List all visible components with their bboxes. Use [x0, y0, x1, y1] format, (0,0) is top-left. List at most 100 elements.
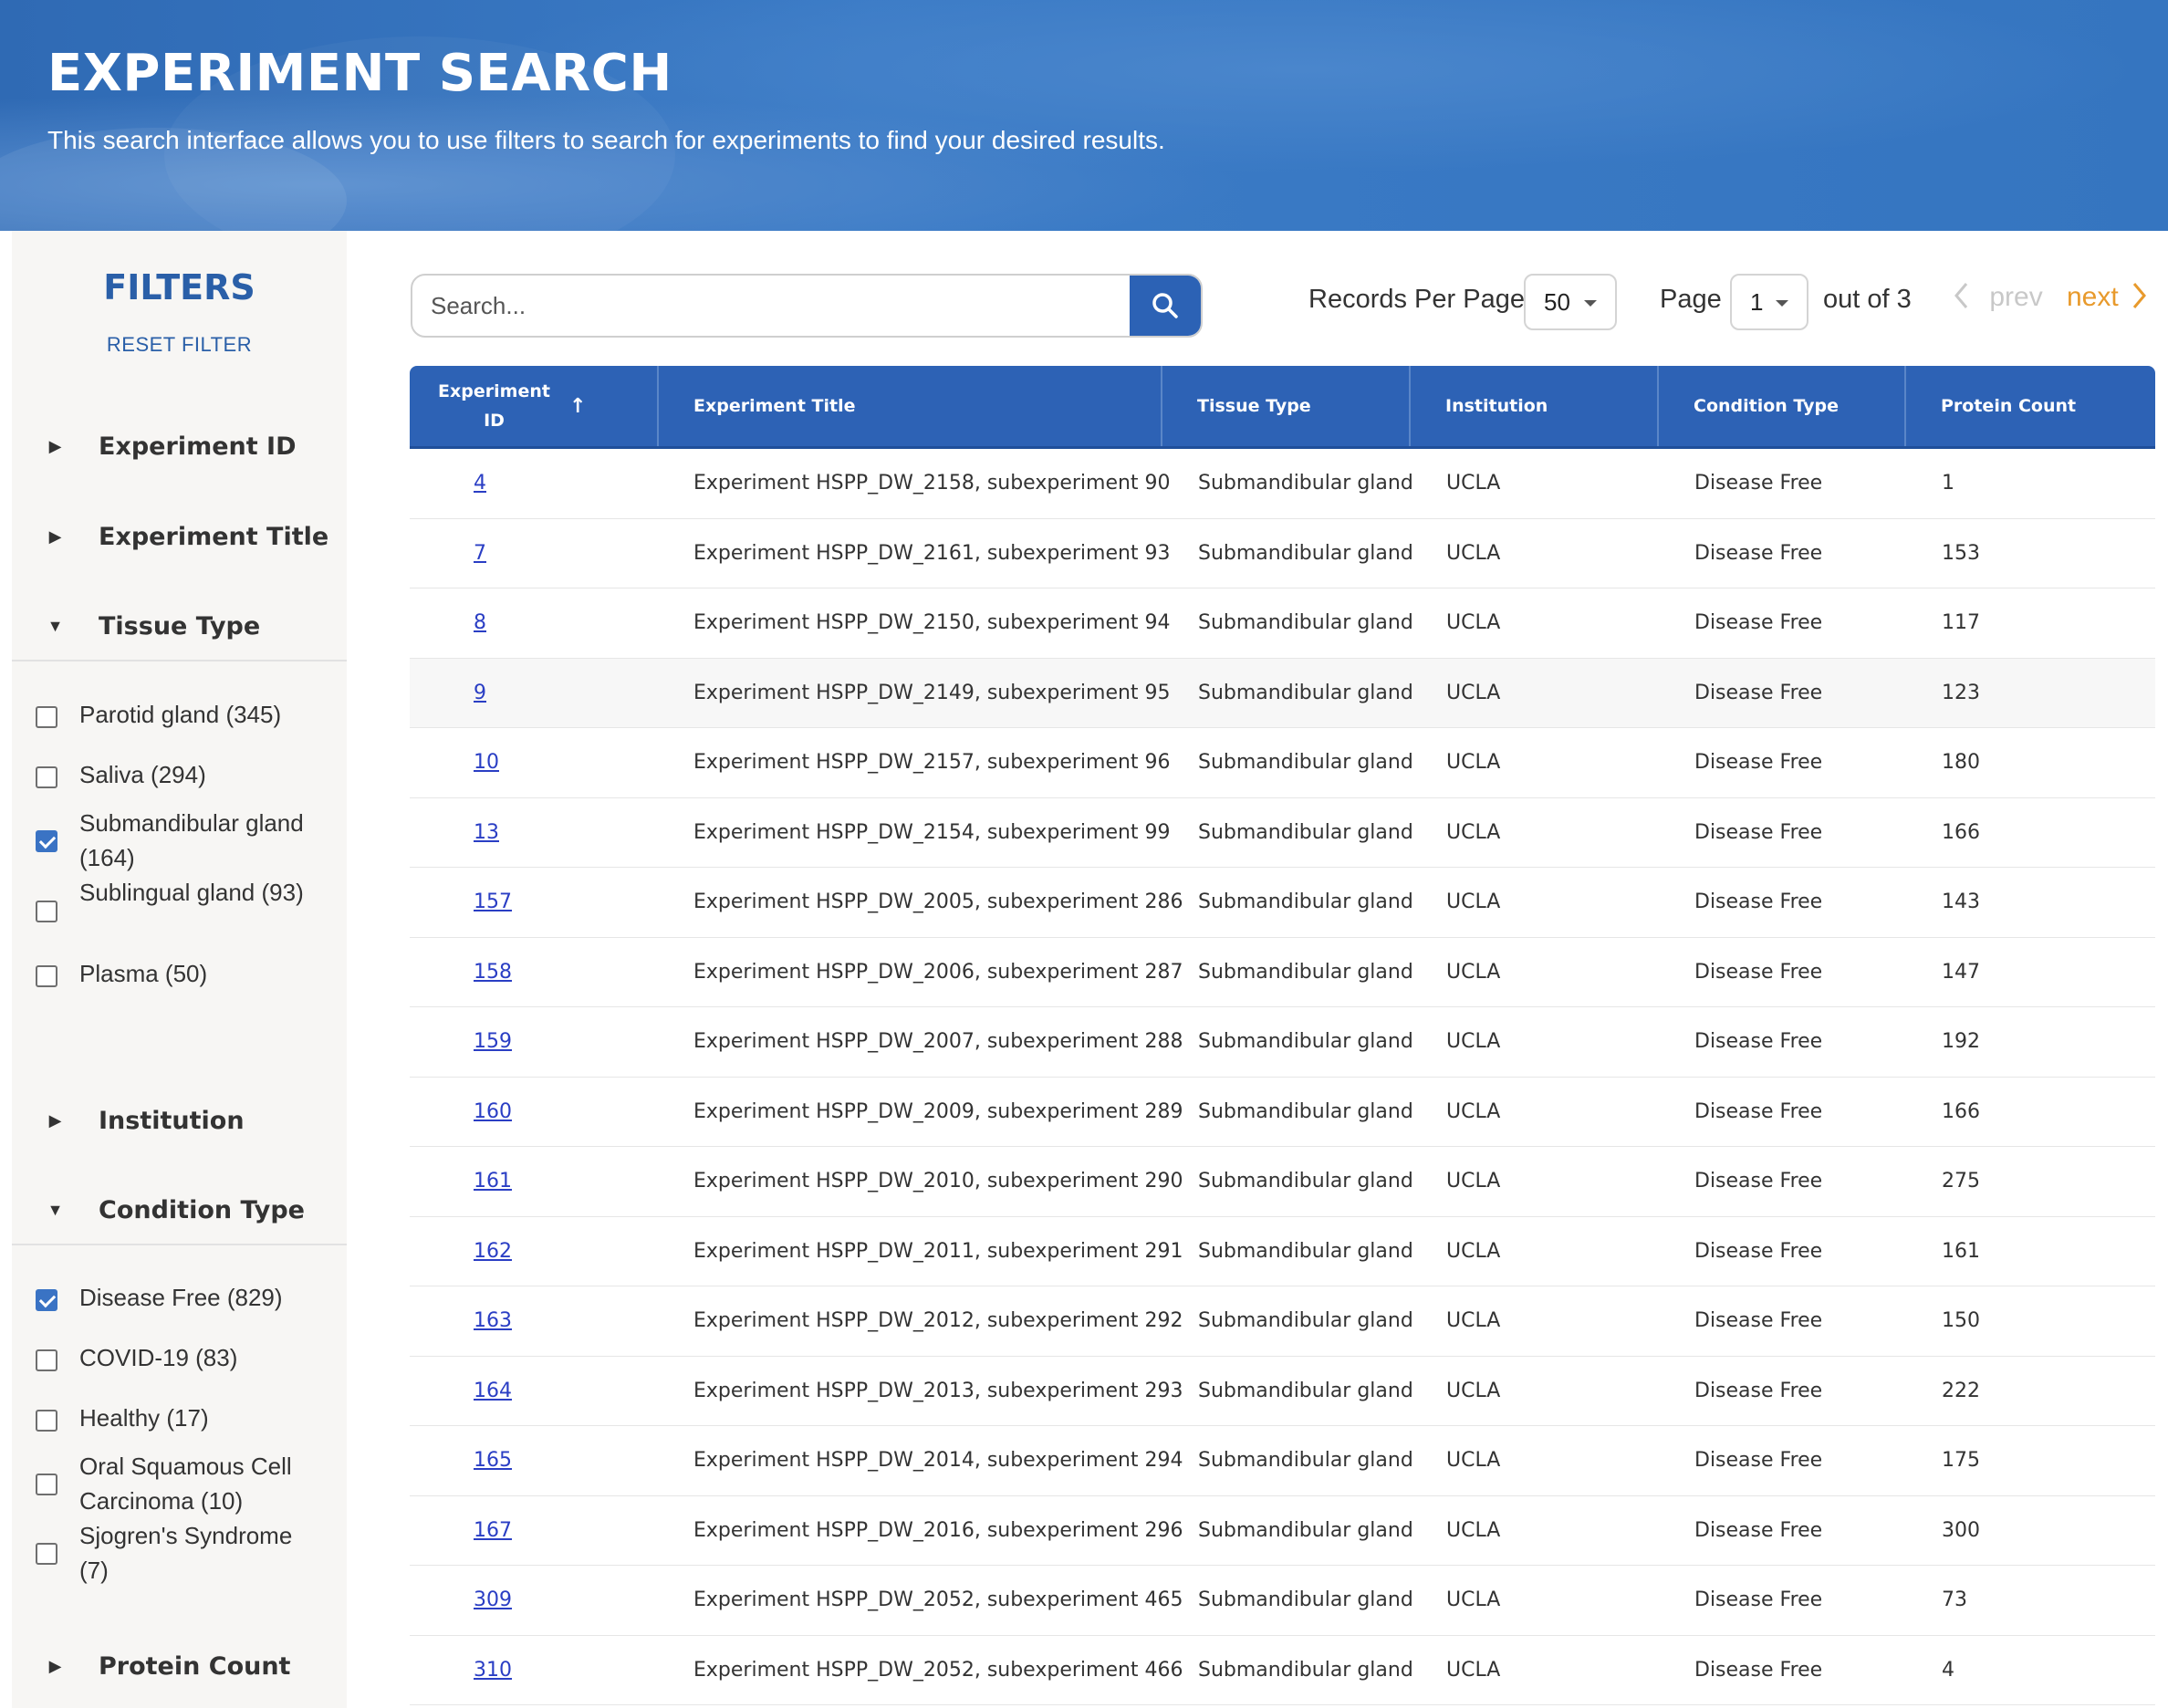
cell-tissue-type: Submandibular gland [1198, 751, 1413, 774]
table-row: 163 Experiment HSPP_DW_2012, subexperimen… [410, 1286, 2155, 1357]
column-header-experiment-id[interactable]: Experiment ID ↑ [410, 366, 659, 446]
reset-filter-link[interactable]: RESET FILTER [12, 333, 347, 357]
experiment-id-link[interactable]: 160 [474, 1100, 512, 1123]
cell-protein-count: 1 [1942, 472, 1954, 495]
filter-option-label: Sublingual gland (93) [79, 879, 304, 906]
filter-section-experiment-title[interactable]: ▶ Experiment Title [12, 503, 347, 570]
filter-option-label: Disease Free (829) [79, 1284, 283, 1311]
table-row: 161 Experiment HSPP_DW_2010, subexperimen… [410, 1147, 2155, 1217]
cell-protein-count: 300 [1942, 1518, 1980, 1542]
cell-tissue-type: Submandibular gland [1198, 960, 1413, 984]
experiment-id-link[interactable]: 162 [474, 1240, 512, 1263]
checkbox[interactable] [36, 1474, 57, 1495]
arrow-up-icon: ↑ [569, 394, 587, 418]
column-header-tissue-type[interactable]: Tissue Type [1162, 366, 1411, 446]
experiment-id-link[interactable]: 158 [474, 961, 512, 984]
table-row: 164 Experiment HSPP_DW_2013, subexperimen… [410, 1357, 2155, 1426]
experiment-id-link[interactable]: 310 [474, 1659, 512, 1682]
column-header-experiment-title[interactable]: Experiment Title [659, 366, 1162, 446]
experiments-table: Experiment ID ↑ Experiment Title Tissue … [410, 366, 2155, 1705]
checkbox[interactable] [36, 901, 57, 922]
filter-section-experiment-id[interactable]: ▶ Experiment ID [12, 412, 347, 480]
experiment-id-link[interactable]: 8 [474, 611, 486, 634]
cell-experiment-id: 7 [474, 519, 486, 588]
column-header-institution[interactable]: Institution [1411, 366, 1659, 446]
cell-protein-count: 117 [1942, 611, 1980, 634]
cell-experiment-id: 157 [474, 868, 512, 936]
experiment-id-link[interactable]: 7 [474, 542, 486, 565]
cell-tissue-type: Submandibular gland [1198, 1379, 1413, 1402]
experiment-id-link[interactable]: 4 [474, 472, 486, 495]
table-row: 167 Experiment HSPP_DW_2016, subexperimen… [410, 1496, 2155, 1566]
checkbox[interactable] [36, 766, 57, 788]
checkbox[interactable] [36, 706, 57, 728]
column-header-protein-count[interactable]: Protein Count [1906, 366, 2155, 446]
cell-institution: UCLA [1446, 1170, 1501, 1192]
experiment-id-link[interactable]: 159 [474, 1030, 512, 1053]
experiment-id-link[interactable]: 164 [474, 1380, 512, 1402]
filters-title: FILTERS [103, 267, 255, 307]
next-page-button[interactable]: next [2067, 281, 2148, 313]
cell-institution: UCLA [1446, 541, 1501, 565]
cell-protein-count: 222 [1942, 1379, 1980, 1402]
checkbox[interactable] [36, 1543, 57, 1565]
cell-institution: UCLA [1446, 611, 1501, 634]
filter-option-label: Oral Squamous Cell Carcinoma (10) [79, 1453, 292, 1515]
table-row: 165 Experiment HSPP_DW_2014, subexperimen… [410, 1426, 2155, 1496]
filter-section-label: Protein Count [99, 1651, 291, 1681]
search-bar [411, 274, 1203, 338]
table-row: 162 Experiment HSPP_DW_2011, subexperimen… [410, 1217, 2155, 1286]
cell-condition-type: Disease Free [1694, 960, 1823, 984]
column-header-condition-type[interactable]: Condition Type [1659, 366, 1906, 446]
cell-experiment-id: 163 [474, 1286, 512, 1355]
filter-section-label: Institution [99, 1106, 245, 1135]
cell-condition-type: Disease Free [1694, 611, 1823, 634]
column-header-label: Experiment Title [693, 396, 856, 416]
experiment-id-link[interactable]: 157 [474, 890, 512, 913]
experiment-id-link[interactable]: 10 [474, 751, 499, 774]
experiment-id-link[interactable]: 309 [474, 1588, 512, 1611]
filter-option-label: Plasma (50) [79, 960, 208, 987]
cell-tissue-type: Submandibular gland [1198, 1309, 1413, 1332]
table-row: 9 Experiment HSPP_DW_2149, subexperiment … [410, 658, 2155, 728]
experiment-id-link[interactable]: 9 [474, 682, 486, 704]
filter-section-condition-type[interactable]: ▼ Condition Type [12, 1176, 347, 1245]
filter-section-protein-count[interactable]: ▶ Protein Count [12, 1632, 347, 1700]
experiment-id-link[interactable]: 161 [474, 1170, 512, 1192]
table-header: Experiment ID ↑ Experiment Title Tissue … [410, 366, 2155, 449]
cell-institution: UCLA [1446, 1588, 1501, 1611]
checkbox[interactable] [36, 1410, 57, 1432]
checkbox[interactable] [36, 1349, 57, 1371]
search-icon [1152, 293, 1178, 318]
table-row: 160 Experiment HSPP_DW_2009, subexperimen… [410, 1078, 2155, 1147]
filter-section-label: Experiment Title [99, 522, 329, 551]
column-header-label: Protein Count [1941, 396, 2077, 416]
filter-section-tissue-type[interactable]: ▼ Tissue Type [12, 592, 347, 661]
cell-experiment-id: 9 [474, 659, 486, 727]
cell-protein-count: 153 [1942, 541, 1980, 565]
cell-experiment-title: Experiment HSPP_DW_2161, subexperiment 9… [693, 541, 1171, 565]
table-row: 157 Experiment HSPP_DW_2005, subexperimen… [410, 868, 2155, 938]
filters-sidebar: FILTERS RESET FILTER ▶ Experiment ID ▶ E… [12, 231, 347, 1708]
column-header-label: Tissue Type [1197, 396, 1311, 416]
cell-experiment-id: 159 [474, 1007, 512, 1076]
page-label: Page [1660, 285, 1722, 314]
cell-experiment-title: Experiment HSPP_DW_2157, subexperiment 9… [693, 751, 1171, 774]
checkbox[interactable] [36, 830, 57, 852]
cell-institution: UCLA [1446, 681, 1501, 704]
checkbox[interactable] [36, 965, 57, 987]
experiment-id-link[interactable]: 163 [474, 1309, 512, 1332]
cell-experiment-title: Experiment HSPP_DW_2006, subexperiment 2… [693, 960, 1183, 984]
search-input[interactable] [412, 276, 1131, 336]
filter-option-label: Saliva (294) [79, 761, 206, 788]
checkbox[interactable] [36, 1289, 57, 1311]
records-per-page-select[interactable]: 50 [1524, 274, 1617, 330]
prev-page-button[interactable]: prev [1953, 281, 2043, 313]
search-button[interactable] [1130, 276, 1201, 336]
experiment-id-link[interactable]: 13 [474, 821, 499, 844]
cell-tissue-type: Submandibular gland [1198, 1518, 1413, 1542]
page-select[interactable]: 1 [1730, 274, 1808, 330]
experiment-id-link[interactable]: 167 [474, 1519, 512, 1542]
filter-section-institution[interactable]: ▶ Institution [12, 1087, 347, 1154]
experiment-id-link[interactable]: 165 [474, 1449, 512, 1472]
